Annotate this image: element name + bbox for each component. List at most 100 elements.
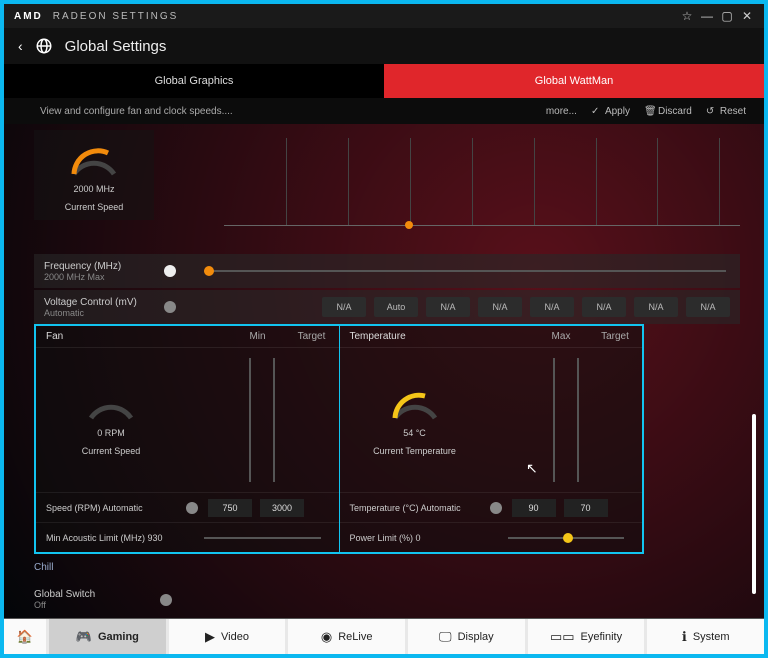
play-icon: ▶ — [205, 629, 215, 645]
voltage-options: N/A Auto N/A N/A N/A N/A N/A N/A — [190, 297, 740, 317]
power-value: 0 — [416, 533, 421, 543]
page-title: Global Settings — [65, 38, 167, 55]
favorite-icon[interactable]: ☆ — [678, 9, 698, 23]
eyefinity-icon: ▭▭ — [550, 629, 575, 645]
fan-value: 0 RPM — [81, 428, 141, 438]
fan-speed-label: Speed (RPM) — [46, 503, 101, 513]
apply-button[interactable]: ✓Apply — [591, 106, 630, 117]
temp-max-value[interactable]: 90 — [512, 499, 556, 517]
temp-target-header: Target — [588, 331, 642, 342]
chill-title: Chill — [34, 562, 184, 573]
fan-min-header: Min — [231, 331, 285, 342]
voltage-label: Voltage Control (mV) — [44, 297, 137, 308]
fan-min-value[interactable]: 750 — [208, 499, 252, 517]
fan-title: Fan — [36, 331, 231, 342]
voltage-sub: Automatic — [44, 308, 164, 318]
page-header: ‹ Global Settings — [4, 28, 764, 64]
acoustic-value: 930 — [148, 533, 163, 543]
nav-system[interactable]: ℹSystem — [647, 619, 764, 654]
clock-chart[interactable] — [184, 130, 740, 240]
chart-point[interactable] — [405, 221, 413, 229]
discard-button[interactable]: 🗑Discard — [644, 106, 692, 117]
temp-row-label: Temperature (°C) — [350, 503, 419, 513]
app-title: RADEON SETTINGS — [53, 11, 179, 22]
home-icon: 🏠 — [17, 629, 33, 645]
voltage-option[interactable]: N/A — [634, 297, 678, 317]
chill-toggle[interactable] — [160, 594, 172, 606]
voltage-row: Voltage Control (mV) Automatic N/A Auto … — [34, 290, 740, 324]
tab-global-graphics[interactable]: Global Graphics — [4, 64, 384, 98]
action-bar: View and configure fan and clock speeds.… — [4, 98, 764, 124]
tab-global-wattman[interactable]: Global WattMan — [384, 64, 764, 98]
gpu-speed-gauge: 2000 MHz Current Speed — [34, 130, 154, 220]
record-icon: ◉ — [321, 629, 332, 645]
chill-switch-label: Global Switch — [34, 589, 95, 600]
tabs: Global Graphics Global WattMan — [4, 64, 764, 98]
power-slider[interactable] — [508, 537, 625, 539]
more-button[interactable]: more... — [546, 106, 577, 117]
nav-display[interactable]: 🖵Display — [408, 619, 525, 654]
chart-axis — [224, 138, 740, 226]
voltage-option[interactable]: N/A — [478, 297, 522, 317]
nav-relive[interactable]: ◉ReLive — [288, 619, 405, 654]
voltage-option[interactable]: N/A — [426, 297, 470, 317]
voltage-toggle[interactable] — [164, 301, 176, 313]
temp-title: Temperature — [340, 331, 535, 342]
fan-min-slider[interactable] — [249, 358, 251, 482]
trash-icon: 🗑 — [644, 106, 654, 116]
temp-toggle[interactable] — [490, 502, 502, 514]
back-button[interactable]: ‹ — [18, 38, 23, 54]
fan-gauge: 0 RPM Current Speed — [36, 348, 186, 492]
frequency-row: Frequency (MHz) 2000 MHz Max — [34, 254, 740, 288]
fan-target-header: Target — [285, 331, 339, 342]
fan-speed-toggle[interactable] — [186, 502, 198, 514]
frequency-label: Frequency (MHz) — [44, 261, 121, 272]
close-button[interactable]: ✕ — [738, 9, 758, 23]
acoustic-slider[interactable] — [204, 537, 321, 539]
voltage-option[interactable]: N/A — [686, 297, 730, 317]
nav-video[interactable]: ▶Video — [169, 619, 286, 654]
frequency-sub: 2000 MHz Max — [44, 272, 164, 282]
temp-gauge: 54 °C Current Temperature — [340, 348, 490, 492]
description-text: View and configure fan and clock speeds.… — [22, 106, 233, 117]
gamepad-icon: 🎮 — [76, 629, 92, 645]
minimize-button[interactable]: — — [698, 9, 718, 23]
fan-panel: Fan Min Target 0 RPM Current Speed — [36, 326, 339, 552]
fan-label: Current Speed — [81, 446, 141, 456]
acoustic-label: Min Acoustic Limit (MHz) — [46, 533, 145, 543]
check-icon: ✓ — [591, 106, 601, 116]
power-label: Power Limit (%) — [350, 533, 414, 543]
temp-max-header: Max — [534, 331, 588, 342]
chill-switch-state: Off — [34, 600, 95, 610]
maximize-button[interactable]: ▢ — [718, 9, 738, 23]
frequency-slider[interactable] — [204, 270, 726, 272]
chill-section: Chill Global Switch Off — [34, 562, 184, 610]
reset-icon: ↺ — [706, 106, 716, 116]
nav-home[interactable]: 🏠 — [4, 619, 46, 654]
temp-target-slider[interactable] — [577, 358, 579, 482]
voltage-option[interactable]: N/A — [582, 297, 626, 317]
temp-target-value[interactable]: 70 — [564, 499, 608, 517]
temp-max-slider[interactable] — [553, 358, 555, 482]
temp-row-sub: Automatic — [421, 503, 461, 513]
titlebar: AMD RADEON SETTINGS ☆ — ▢ ✕ — [4, 4, 764, 28]
temp-label: Current Temperature — [373, 446, 456, 456]
temperature-panel: Temperature Max Target 54 °C Current Tem… — [339, 326, 643, 552]
fan-target-slider[interactable] — [273, 358, 275, 482]
info-icon: ℹ — [682, 629, 687, 645]
voltage-option[interactable]: N/A — [322, 297, 366, 317]
fan-speed-sub: Automatic — [103, 503, 143, 513]
gpu-speed-label: Current Speed — [38, 202, 150, 212]
voltage-option[interactable]: N/A — [530, 297, 574, 317]
frequency-toggle[interactable] — [164, 265, 176, 277]
fan-target-value[interactable]: 3000 — [260, 499, 304, 517]
voltage-option[interactable]: Auto — [374, 297, 418, 317]
temp-value: 54 °C — [373, 428, 456, 438]
nav-gaming[interactable]: 🎮Gaming — [49, 619, 166, 654]
reset-button[interactable]: ↺Reset — [706, 106, 746, 117]
scrollbar[interactable] — [752, 414, 756, 594]
highlighted-panels: Fan Min Target 0 RPM Current Speed — [34, 324, 644, 554]
nav-eyefinity[interactable]: ▭▭Eyefinity — [528, 619, 645, 654]
display-icon: 🖵 — [439, 629, 452, 645]
globe-icon — [35, 37, 53, 55]
